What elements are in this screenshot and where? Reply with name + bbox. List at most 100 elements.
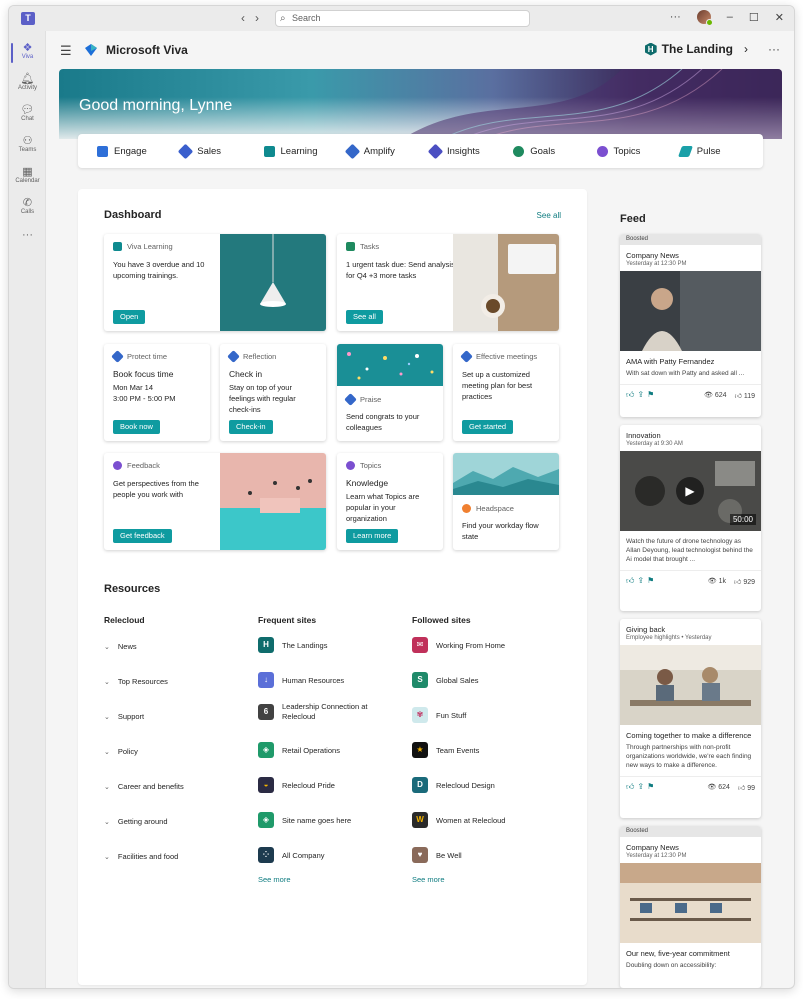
resource-link-facilities[interactable]: ⌄ Facilities and food <box>104 852 178 861</box>
learning-card[interactable]: Viva Learning You have 3 overdue and 10 … <box>104 234 326 331</box>
reflection-card[interactable]: Reflection Check in Stay on top of your … <box>220 344 326 441</box>
site-be-well-icon: ♥ <box>412 847 428 863</box>
followed-see-more-link[interactable]: See more <box>412 875 445 884</box>
app-link-learning[interactable]: Learning <box>263 145 347 157</box>
resource-link-top-resources[interactable]: ⌄ Top Resources <box>104 677 168 686</box>
site-label: Human Resources <box>282 675 345 685</box>
search-placeholder: Search <box>292 13 321 23</box>
post-description: Watch the future of drone technology as … <box>620 531 761 571</box>
site-link-be-well[interactable]: ♥ Be Well <box>412 847 462 863</box>
post-actions[interactable]: 👍︎⇪⚑ <box>626 782 657 792</box>
app-link-engage[interactable]: Engage <box>97 145 180 157</box>
maximize-icon[interactable]: ☐ <box>749 11 759 24</box>
tasks-card[interactable]: Tasks 1 urgent task due: Send analysis f… <box>337 234 559 331</box>
app-link-sales[interactable]: Sales <box>177 143 263 159</box>
site-switcher[interactable]: H The Landing › <box>644 42 748 56</box>
app-link-label: Insights <box>447 145 480 157</box>
site-link-working-from-home[interactable]: ✉ Working From Home <box>412 637 505 653</box>
rail-item-viva[interactable]: ❖ Viva <box>9 41 46 63</box>
post-actions[interactable]: 👍︎⇪⚑ <box>626 390 657 400</box>
see-all-tasks-button[interactable]: See all <box>346 310 383 324</box>
site-leadership-icon: 6 <box>258 704 274 720</box>
card-source: Feedback <box>127 461 160 470</box>
more-options-icon[interactable]: ··· <box>670 11 681 23</box>
header-more-icon[interactable]: ··· <box>768 42 780 56</box>
post-headline: AMA with Patty Fernandez <box>626 357 715 366</box>
pool-image <box>220 453 326 550</box>
site-link-site-name[interactable]: ◈ Site name goes here <box>258 812 351 828</box>
site-link-global-sales[interactable]: S Global Sales <box>412 672 479 688</box>
resource-label: Facilities and food <box>117 852 179 861</box>
get-started-button[interactable]: Get started <box>462 420 514 434</box>
praise-card[interactable]: Praise Send congrats to your colleagues <box>337 344 443 441</box>
site-link-the-landings[interactable]: H The Landings <box>258 637 327 653</box>
rail-item-teams[interactable]: ⚇ Teams <box>9 134 46 153</box>
chevron-down-icon: ⌄ <box>104 748 110 756</box>
feed-post[interactable]: Giving back Employee highlights • Yester… <box>620 619 761 818</box>
post-actions[interactable]: 👍︎⇪⚑ <box>626 576 657 586</box>
learn-more-button[interactable]: Learn more <box>346 529 399 543</box>
site-link-team-events[interactable]: ★ Team Events <box>412 742 479 758</box>
post-description: Through partnerships with non-profit org… <box>620 741 761 777</box>
topics-card[interactable]: Topics Knowledge Learn what Topics are p… <box>337 453 443 550</box>
avatar[interactable] <box>696 10 713 26</box>
site-link-relecloud-design[interactable]: D Relecloud Design <box>412 777 495 793</box>
site-label: The Landings <box>282 640 328 650</box>
site-link-women-at-relecloud[interactable]: W Women at Relecloud <box>412 812 505 828</box>
desk-image <box>453 234 559 331</box>
rail-item-chat[interactable]: 💬︎ Chat <box>9 103 46 122</box>
site-link-all-company[interactable]: ⁘ All Company <box>258 847 325 863</box>
site-link-leadership[interactable]: 6 Leadership Connection at Relecloud <box>258 702 382 722</box>
minimize-icon[interactable]: – <box>727 11 733 23</box>
resource-link-getting-around[interactable]: ⌄ Getting around <box>104 817 168 826</box>
card-title: Book focus time <box>113 369 174 379</box>
protect-time-card[interactable]: Protect time Book focus time Mon Mar 14 … <box>104 344 210 441</box>
site-team-events-icon: ★ <box>412 742 428 758</box>
rail-more-button[interactable]: ··· <box>9 229 46 241</box>
feed-post[interactable]: Boosted Company News Yesterday at 12:30 … <box>620 234 761 417</box>
resource-link-support[interactable]: ⌄ Support <box>104 712 144 721</box>
card-text: Get perspectives from the people you wor… <box>113 479 199 499</box>
site-link-fun-stuff[interactable]: ✾ Fun Stuff <box>412 707 466 723</box>
app-link-amplify[interactable]: Amplify <box>344 143 430 159</box>
feedback-card[interactable]: Feedback Get perspectives from the peopl… <box>104 453 326 550</box>
site-link-human-resources[interactable]: ↓ Human Resources <box>258 672 344 688</box>
feed-post[interactable]: Innovation Yesterday at 9:30 AM ▶ 50:00 … <box>620 425 761 611</box>
resource-link-policy[interactable]: ⌄ Policy <box>104 747 138 756</box>
dashboard-see-all-link[interactable]: See all <box>537 211 561 220</box>
app-link-label: Learning <box>280 145 318 157</box>
book-now-button[interactable]: Book now <box>113 420 160 434</box>
feed-post[interactable]: Boosted Company News Yesterday at 12:30 … <box>620 826 761 988</box>
rail-item-calendar[interactable]: ▦ Calendar <box>9 165 46 184</box>
post-time: Yesterday at 12:30 PM <box>626 261 687 267</box>
resource-link-news[interactable]: ⌄ News <box>104 642 137 651</box>
app-link-topics[interactable]: Topics <box>596 145 680 157</box>
open-button[interactable]: Open <box>113 310 146 324</box>
mountains-image <box>453 453 559 495</box>
play-icon[interactable]: ▶ <box>676 477 704 505</box>
headspace-card[interactable]: Headspace Find your workday flow state <box>453 453 559 550</box>
close-icon[interactable]: ✕ <box>775 11 784 24</box>
site-link-retail-operations[interactable]: ◈ Retail Operations <box>258 742 340 758</box>
forward-arrow-icon[interactable]: › <box>255 11 259 25</box>
effective-meetings-card[interactable]: Effective meetings Set up a customized m… <box>453 344 559 441</box>
app-link-goals[interactable]: Goals <box>513 145 596 157</box>
card-text: Stay on top of your feelings with regula… <box>229 383 296 414</box>
meetings-icon <box>460 350 473 363</box>
search-input[interactable]: ⌕ Search <box>275 10 530 27</box>
rail-item-calls[interactable]: ✆ Calls <box>9 196 46 215</box>
app-link-pulse[interactable]: Pulse <box>677 145 763 157</box>
site-link-relecloud-pride[interactable]: ◒ Relecloud Pride <box>258 777 335 793</box>
back-arrow-icon[interactable]: ‹ <box>241 11 245 25</box>
viva-logo-icon <box>85 44 97 56</box>
video-thumbnail[interactable]: ▶ 50:00 <box>620 451 761 531</box>
get-feedback-button[interactable]: Get feedback <box>113 529 172 543</box>
history-nav: ‹ › <box>241 11 259 25</box>
rail-item-activity[interactable]: 🔔︎ Activity <box>9 72 46 91</box>
hamburger-menu-icon[interactable]: ☰ <box>60 43 72 59</box>
resource-link-career[interactable]: ⌄ Career and benefits <box>104 782 184 791</box>
app-link-insights[interactable]: Insights <box>427 143 513 159</box>
site-badge-icon: H <box>644 42 657 56</box>
check-in-button[interactable]: Check-in <box>229 420 273 434</box>
frequent-see-more-link[interactable]: See more <box>258 875 291 884</box>
